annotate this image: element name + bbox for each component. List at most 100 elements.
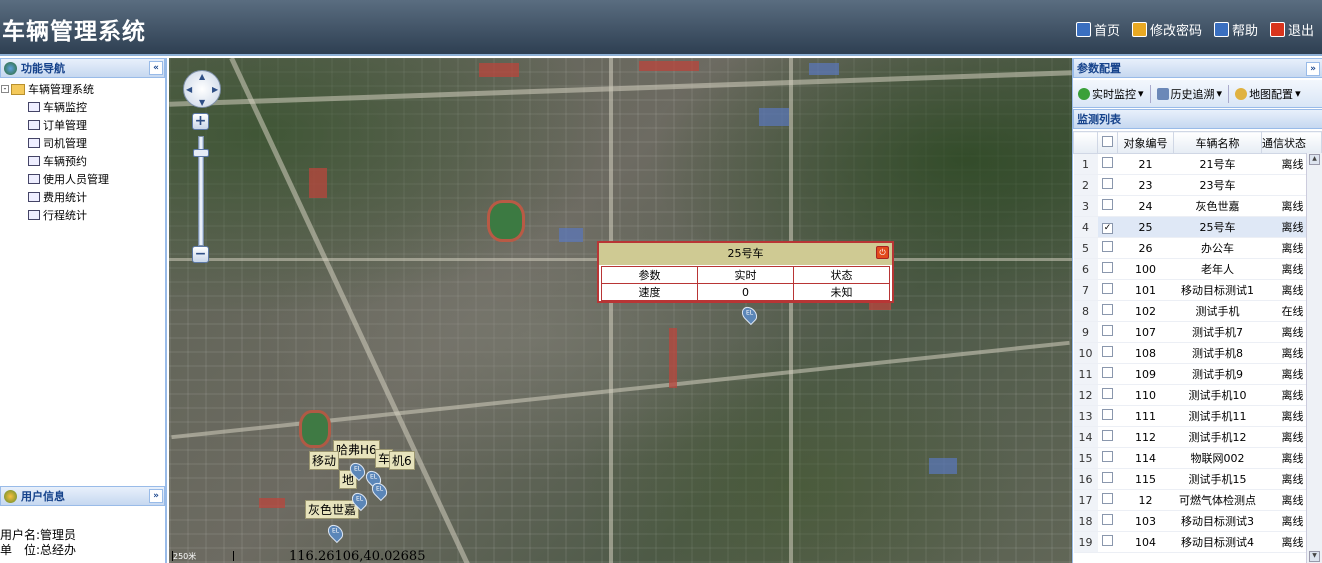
history-trace-menu[interactable]: 历史追溯 ▾ bbox=[1156, 86, 1222, 102]
table-row[interactable]: 7 101 移动目标测试1 离线 bbox=[1073, 279, 1322, 301]
table-row[interactable]: 9 107 测试手机7 离线 bbox=[1073, 321, 1322, 343]
tree-item-trips[interactable]: 行程统计 bbox=[0, 206, 165, 224]
table-row[interactable]: 19 104 移动目标测试4 离线 bbox=[1073, 531, 1322, 553]
table-row[interactable]: 5 26 办公车 离线 bbox=[1073, 237, 1322, 259]
tree-item-costs[interactable]: 费用统计 bbox=[0, 188, 165, 206]
map-label[interactable]: 哈弗H6 bbox=[333, 440, 380, 459]
row-checkbox[interactable] bbox=[1097, 321, 1118, 343]
vehicle-name: 25号车 bbox=[1173, 216, 1262, 238]
table-row[interactable]: 10 108 测试手机8 离线 bbox=[1073, 342, 1322, 364]
app-header: 车辆管理系统 首页 修改密码 帮助 退出 bbox=[0, 0, 1322, 56]
row-checkbox[interactable] bbox=[1097, 384, 1118, 406]
tree-item-drivers[interactable]: 司机管理 bbox=[0, 134, 165, 152]
object-id: 111 bbox=[1117, 405, 1174, 427]
change-password-link[interactable]: 修改密码 bbox=[1131, 20, 1202, 39]
row-checkbox[interactable] bbox=[1097, 279, 1118, 301]
map-road bbox=[169, 70, 1072, 107]
map-roof bbox=[479, 63, 519, 77]
map-label[interactable]: 机6 bbox=[389, 451, 415, 470]
row-checkbox[interactable] bbox=[1097, 174, 1118, 196]
table-row[interactable]: 1 21 21号车 离线 bbox=[1073, 153, 1322, 175]
home-link[interactable]: 首页 bbox=[1075, 20, 1120, 39]
row-checkbox[interactable] bbox=[1097, 153, 1118, 175]
grid-scrollbar[interactable]: ▲ ▼ bbox=[1306, 153, 1322, 563]
row-checkbox[interactable] bbox=[1097, 489, 1118, 511]
row-number-header bbox=[1073, 131, 1098, 154]
tree-item-vehicle-monitor[interactable]: 车辆监控 bbox=[0, 98, 165, 116]
row-checkbox[interactable] bbox=[1097, 342, 1118, 364]
map-label[interactable]: 灰色世嘉 bbox=[305, 500, 360, 519]
row-checkbox[interactable]: ✓ bbox=[1097, 216, 1118, 238]
column-header-status[interactable]: 通信状态 bbox=[1261, 131, 1322, 154]
table-row[interactable]: 4 ✓ 25 25号车 离线 bbox=[1073, 216, 1322, 238]
table-row[interactable]: 3 24 灰色世嘉 离线 bbox=[1073, 195, 1322, 217]
table-row[interactable]: 13 111 测试手机11 离线 bbox=[1073, 405, 1322, 427]
map-label[interactable]: 移动 bbox=[309, 451, 340, 470]
map-roof bbox=[309, 168, 327, 198]
column-header-id[interactable]: 对象编号 bbox=[1117, 131, 1174, 154]
zoom-slider-thumb[interactable] bbox=[193, 149, 209, 157]
row-checkbox[interactable] bbox=[1097, 426, 1118, 448]
table-row[interactable]: 12 110 测试手机10 离线 bbox=[1073, 384, 1322, 406]
row-checkbox[interactable] bbox=[1097, 510, 1118, 532]
row-checkbox[interactable] bbox=[1097, 447, 1118, 469]
tree-item-users[interactable]: 使用人员管理 bbox=[0, 170, 165, 188]
row-number: 7 bbox=[1073, 279, 1098, 301]
row-checkbox[interactable] bbox=[1097, 237, 1118, 259]
table-row[interactable]: 11 109 测试手机9 离线 bbox=[1073, 363, 1322, 385]
scroll-down-arrow[interactable]: ▼ bbox=[1309, 551, 1320, 562]
collapse-right-button[interactable]: » bbox=[1306, 62, 1320, 76]
minus-icon[interactable]: - bbox=[1, 85, 9, 93]
nav-tree: - 车辆管理系统 车辆监控 订单管理 司机管理 车辆预约 使用人员管理 费用统计 … bbox=[0, 80, 165, 224]
collapse-left-button[interactable]: « bbox=[149, 61, 163, 75]
grid-header-row: 对象编号 车辆名称 通信状态 bbox=[1073, 131, 1322, 154]
table-row[interactable]: 8 102 测试手机 在线 bbox=[1073, 300, 1322, 322]
table-row[interactable]: 16 115 测试手机15 离线 bbox=[1073, 468, 1322, 490]
scroll-up-arrow[interactable]: ▲ bbox=[1309, 154, 1320, 165]
select-all-checkbox[interactable] bbox=[1097, 131, 1118, 154]
user-panel-header: 用户信息 » bbox=[0, 486, 165, 506]
row-checkbox[interactable] bbox=[1097, 468, 1118, 490]
column-header-name[interactable]: 车辆名称 bbox=[1173, 131, 1262, 154]
row-checkbox[interactable] bbox=[1097, 531, 1118, 553]
help-link[interactable]: 帮助 bbox=[1213, 20, 1258, 39]
vehicle-marker[interactable]: EL bbox=[738, 303, 761, 326]
close-icon[interactable]: ⏻ bbox=[876, 246, 889, 259]
tree-item-orders[interactable]: 订单管理 bbox=[0, 116, 165, 134]
vehicle-marker[interactable]: EL bbox=[324, 521, 347, 544]
tree-root[interactable]: - 车辆管理系统 bbox=[0, 80, 165, 98]
zoom-in-button[interactable]: + bbox=[192, 113, 209, 130]
satellite-map[interactable]: ▲ ▼ ◀ ▶ + − 25号车 ⏻ 参数 实时 状态 速度 0 未知 EL 哈弗H6 移动 车… bbox=[169, 58, 1072, 563]
param-panel-header: 参数配置 » bbox=[1073, 58, 1322, 78]
object-id: 112 bbox=[1117, 426, 1174, 448]
table-row[interactable]: 18 103 移动目标测试3 离线 bbox=[1073, 510, 1322, 532]
map-config-menu[interactable]: 地图配置 ▾ bbox=[1235, 86, 1301, 102]
table-row[interactable]: 2 23 23号车 bbox=[1073, 174, 1322, 196]
collapse-user-button[interactable]: » bbox=[149, 489, 163, 503]
table-row[interactable]: 15 114 物联网002 离线 bbox=[1073, 447, 1322, 469]
row-checkbox[interactable] bbox=[1097, 195, 1118, 217]
row-checkbox[interactable] bbox=[1097, 405, 1118, 427]
row-number: 8 bbox=[1073, 300, 1098, 322]
vehicle-name: 老年人 bbox=[1173, 258, 1262, 280]
vehicle-name: 测试手机8 bbox=[1173, 342, 1262, 364]
row-number: 19 bbox=[1073, 531, 1098, 553]
logout-link[interactable]: 退出 bbox=[1269, 20, 1314, 39]
plus-circle-icon bbox=[1078, 87, 1090, 100]
pan-control[interactable]: ▲ ▼ ◀ ▶ bbox=[183, 70, 221, 108]
vehicle-name: 测试手机15 bbox=[1173, 468, 1262, 490]
row-checkbox[interactable] bbox=[1097, 363, 1118, 385]
nav-panel-title: 功能导航 bbox=[21, 62, 65, 75]
zoom-out-button[interactable]: − bbox=[192, 246, 209, 263]
page-icon bbox=[28, 192, 40, 202]
vehicle-name: 可燃气体检测点 bbox=[1173, 489, 1262, 511]
table-row[interactable]: 14 112 测试手机12 离线 bbox=[1073, 426, 1322, 448]
row-checkbox[interactable] bbox=[1097, 300, 1118, 322]
object-id: 110 bbox=[1117, 384, 1174, 406]
realtime-monitor-menu[interactable]: 实时监控 ▾ bbox=[1078, 86, 1144, 102]
table-row[interactable]: 17 12 可燃气体检测点 离线 bbox=[1073, 489, 1322, 511]
row-checkbox[interactable] bbox=[1097, 258, 1118, 280]
right-panel: 参数配置 » 实时监控 ▾ 历史追溯 ▾ 地图配置 ▾ 监测列表 对象编号 车辆名称 … bbox=[1072, 58, 1322, 563]
table-row[interactable]: 6 100 老年人 离线 bbox=[1073, 258, 1322, 280]
tree-item-reservations[interactable]: 车辆预约 bbox=[0, 152, 165, 170]
